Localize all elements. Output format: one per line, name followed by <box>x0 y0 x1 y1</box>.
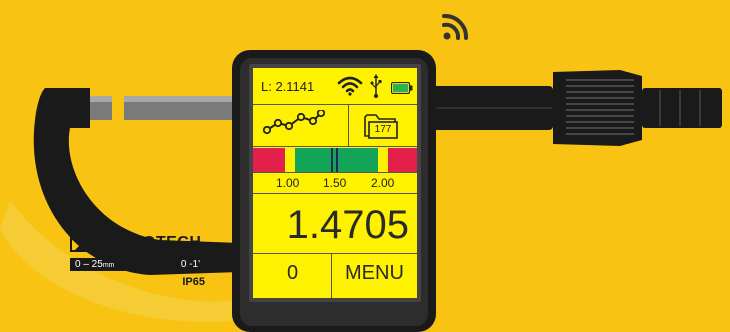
measurement-marker <box>336 148 338 172</box>
tolerance-ticks: 1.00 1.50 2.00 <box>253 176 417 192</box>
range-imperial: 0 -1' <box>180 259 200 270</box>
tick-label: 2.00 <box>371 176 395 190</box>
tolerance-bar <box>253 148 417 172</box>
usb-icon <box>370 74 382 98</box>
menu-softkey[interactable]: MENU <box>345 262 404 285</box>
measurement-value: 1.4705 <box>286 203 409 247</box>
tick-label: 1.50 <box>323 176 347 190</box>
ratchet <box>642 88 722 128</box>
tolerance-nominal-marker <box>331 148 333 172</box>
range-metric-unit: mm <box>102 262 115 269</box>
status-bar: L: 2.1141 <box>253 68 417 104</box>
brand-name: MICROTECH <box>100 234 202 251</box>
display-screen: L: 2.1141 177 1.00 1.50 2.00 1.4705 0 ME… <box>253 68 417 298</box>
tick-label: 1.00 <box>276 176 300 190</box>
length-readout: L: 2.1141 <box>261 79 315 94</box>
wireless-signal-icon <box>442 13 469 40</box>
memory-folder[interactable]: 177 <box>363 112 399 140</box>
range-metric: 0 – 25mm <box>75 259 115 270</box>
microcomputer-micrometer-illustration: MICROTECH 0 – 25mm 0 -1' IP65 L: 2.1141 <box>0 0 730 332</box>
brand-label: MICROTECH 0 – 25mm 0 -1' IP65 <box>70 234 205 300</box>
microtech-logo-icon <box>70 236 94 252</box>
wifi-icon <box>337 76 363 96</box>
tolerance-low-reject-zone <box>253 148 285 172</box>
zero-softkey[interactable]: 0 <box>287 262 298 285</box>
tolerance-high-reject-zone <box>388 148 417 172</box>
ip-rating: IP65 <box>182 276 205 288</box>
trend-chart-icon[interactable] <box>263 110 325 136</box>
folder-count: 177 <box>374 124 392 135</box>
battery-icon <box>391 82 413 94</box>
range-bar: 0 – 25mm 0 -1' <box>70 258 205 271</box>
